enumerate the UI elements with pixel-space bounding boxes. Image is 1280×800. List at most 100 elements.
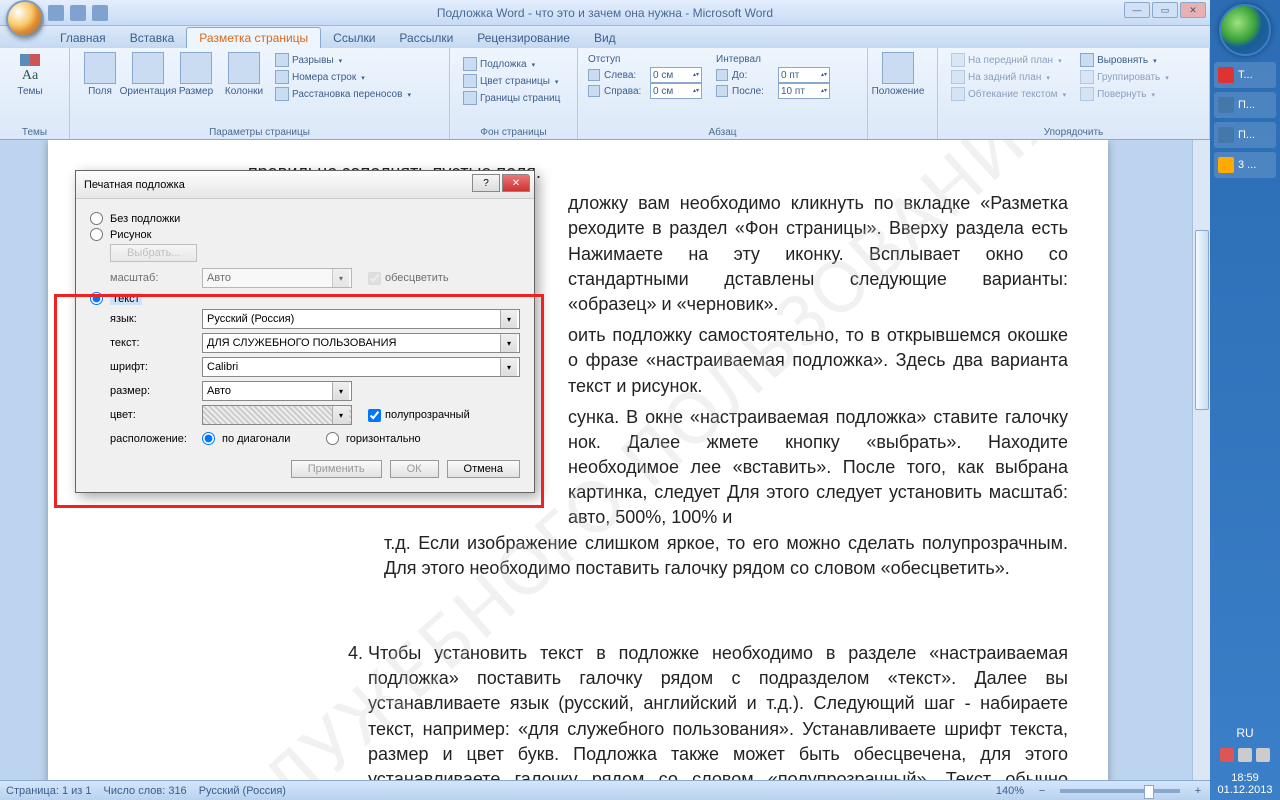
size-button[interactable]: Размер [172, 50, 220, 104]
radio-horizontal[interactable] [326, 432, 339, 445]
app-icon [1218, 127, 1234, 143]
tab-review[interactable]: Рецензирование [465, 28, 582, 48]
tray-icon[interactable] [1220, 748, 1234, 762]
group-position: Положение [868, 48, 938, 139]
tray-icon[interactable] [1256, 748, 1270, 762]
send-back-button[interactable]: На задний план [948, 69, 1069, 85]
scrollbar-thumb[interactable] [1195, 230, 1209, 410]
spacing-before-input[interactable]: 0 пт [778, 67, 830, 83]
color-combo[interactable] [202, 405, 352, 425]
tab-view[interactable]: Вид [582, 28, 628, 48]
text-wrap-button[interactable]: Обтекание текстом [948, 86, 1069, 102]
clock[interactable]: 18:59 01.12.2013 [1217, 768, 1272, 800]
status-bar: Страница: 1 из 1 Число слов: 316 Русский… [0, 780, 1210, 800]
line-numbers-icon [275, 70, 289, 84]
columns-button[interactable]: Колонки [220, 50, 268, 104]
breaks-button[interactable]: Разрывы [272, 52, 414, 68]
watermark-icon [463, 57, 477, 71]
page-color-button[interactable]: Цвет страницы [460, 73, 567, 89]
minimize-button[interactable]: — [1124, 2, 1150, 18]
wrap-icon [951, 87, 965, 101]
ribbon: Aa Темы Темы Поля Ориентация Размер Коло… [0, 48, 1210, 140]
margins-button[interactable]: Поля [76, 50, 124, 104]
window-controls: — ▭ ✕ [1124, 2, 1206, 18]
taskbar-item[interactable]: 3 ... [1214, 152, 1276, 178]
app-icon [1218, 97, 1234, 113]
washout-checkbox [368, 272, 381, 285]
position-button[interactable]: Положение [874, 50, 922, 99]
size-combo[interactable]: Авто [202, 381, 352, 401]
group-arrange: На передний план На задний план Обтекани… [938, 48, 1210, 139]
spacing-after-icon [716, 85, 728, 97]
titlebar: Подложка Word - что это и зачем она нужн… [0, 0, 1210, 26]
taskbar-item[interactable]: П... [1214, 92, 1276, 118]
themes-button[interactable]: Aa Темы [6, 50, 54, 99]
status-zoom[interactable]: 140% [996, 785, 1024, 797]
dialog-titlebar[interactable]: Печатная подложка ? ✕ [76, 171, 534, 199]
select-picture-button: Выбрать... [110, 244, 197, 262]
language-indicator[interactable]: RU [1236, 726, 1253, 740]
page-borders-button[interactable]: Границы страниц [460, 90, 567, 106]
close-button[interactable]: ✕ [1180, 2, 1206, 18]
back-icon [951, 70, 965, 84]
zoom-in-button[interactable]: + [1192, 785, 1204, 797]
ribbon-tabs: Главная Вставка Разметка страницы Ссылки… [0, 26, 1210, 48]
radio-diagonal[interactable] [202, 432, 215, 445]
tab-page-layout[interactable]: Разметка страницы [186, 27, 321, 48]
dialog-close-button[interactable]: ✕ [502, 174, 530, 192]
vertical-scrollbar[interactable] [1192, 140, 1210, 780]
size-icon [180, 52, 212, 84]
spacing-after-input[interactable]: 10 пт [778, 83, 830, 99]
group-icon [1080, 70, 1094, 84]
rotate-button[interactable]: Повернуть [1077, 86, 1172, 102]
tab-mailings[interactable]: Рассылки [387, 28, 465, 48]
watermark-button[interactable]: Подложка [460, 56, 567, 72]
align-button[interactable]: Выровнять [1077, 52, 1172, 68]
language-combo[interactable]: Русский (Россия) [202, 309, 520, 329]
maximize-button[interactable]: ▭ [1152, 2, 1178, 18]
hyphenation-icon [275, 87, 289, 101]
dialog-help-button[interactable]: ? [472, 174, 500, 192]
tray-icon[interactable] [1238, 748, 1252, 762]
text-combo[interactable]: ДЛЯ СЛУЖЕБНОГО ПОЛЬЗОВАНИЯ [202, 333, 520, 353]
window-title: Подложка Word - что это и зачем она нужн… [437, 6, 773, 20]
hyphenation-button[interactable]: Расстановка переносов [272, 86, 414, 102]
tab-home[interactable]: Главная [48, 28, 118, 48]
orientation-icon [132, 52, 164, 84]
indent-right-input[interactable]: 0 см [650, 83, 702, 99]
qat-save-icon[interactable] [48, 5, 64, 21]
app-icon [1218, 67, 1234, 83]
windows-taskbar: Т... П... П... 3 ... RU 18:59 01.12.2013 [1210, 0, 1280, 800]
radio-text[interactable] [90, 292, 103, 305]
taskbar-item[interactable]: Т... [1214, 62, 1276, 88]
office-button[interactable] [6, 0, 44, 38]
cancel-button[interactable]: Отмена [447, 460, 520, 478]
columns-icon [228, 52, 260, 84]
taskbar-item[interactable]: П... [1214, 122, 1276, 148]
apply-button: Применить [291, 460, 382, 478]
margins-icon [84, 52, 116, 84]
line-numbers-button[interactable]: Номера строк [272, 69, 414, 85]
zoom-slider[interactable] [1060, 789, 1180, 793]
group-button[interactable]: Группировать [1077, 69, 1172, 85]
list-item: Чтобы установить текст в подложке необхо… [368, 641, 1068, 780]
bring-front-button[interactable]: На передний план [948, 52, 1069, 68]
semitransparent-checkbox[interactable] [368, 409, 381, 422]
qat-redo-icon[interactable] [92, 5, 108, 21]
status-page[interactable]: Страница: 1 из 1 [6, 785, 92, 797]
radio-picture[interactable] [90, 228, 103, 241]
tab-insert[interactable]: Вставка [118, 28, 187, 48]
zoom-out-button[interactable]: − [1036, 785, 1048, 797]
status-language[interactable]: Русский (Россия) [199, 785, 286, 797]
indent-left-input[interactable]: 0 см [650, 67, 702, 83]
start-button[interactable] [1219, 4, 1271, 56]
position-icon [882, 52, 914, 84]
qat-undo-icon[interactable] [70, 5, 86, 21]
status-words[interactable]: Число слов: 316 [104, 785, 187, 797]
font-combo[interactable]: Calibri [202, 357, 520, 377]
orientation-button[interactable]: Ориентация [124, 50, 172, 104]
indent-right-icon [588, 85, 600, 97]
radio-no-watermark[interactable] [90, 212, 103, 225]
tab-references[interactable]: Ссылки [321, 28, 387, 48]
scale-combo: Авто [202, 268, 352, 288]
